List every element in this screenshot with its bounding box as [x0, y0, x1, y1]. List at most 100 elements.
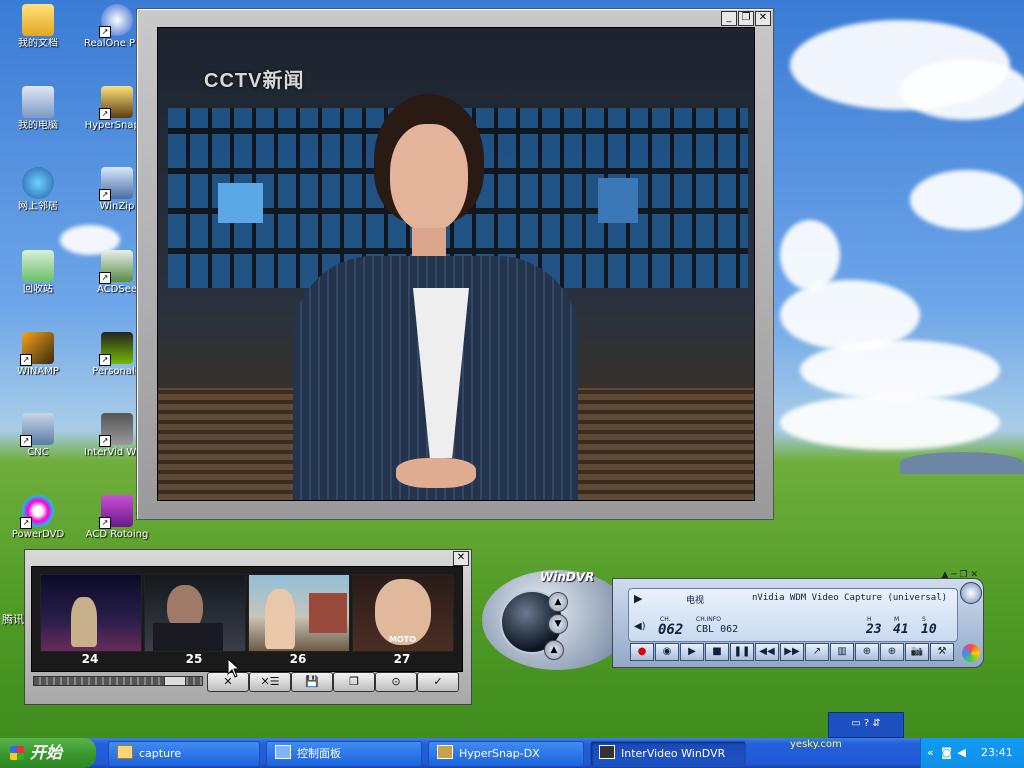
fast-forward-button[interactable]: ▶▶ [780, 643, 804, 661]
cloud [910, 170, 1024, 230]
tray-arrow-icon[interactable]: « [927, 746, 934, 759]
start-label: 开始 [30, 743, 63, 762]
language-bar[interactable]: ▭ ? ⇵ [828, 712, 904, 738]
nvidia-icon: ↗ [99, 332, 133, 366]
window-controls[interactable]: ▲ ─ ❐ ✕ [922, 570, 978, 580]
desktop-icon-powerdvd[interactable]: ↗ PowerDVD [5, 495, 71, 540]
camera-tray-icon[interactable]: ◙ [941, 746, 952, 759]
winamp-icon: ↗ [20, 332, 54, 366]
channel-info: CBL 062 [696, 624, 739, 635]
device-name: nVidia WDM Video Capture (universal) [752, 593, 948, 603]
start-button[interactable]: 开始 [0, 738, 96, 768]
thumb-building [309, 593, 347, 633]
play-button[interactable]: ▶ [680, 643, 704, 661]
shortcut-arrow-icon: ↗ [99, 26, 111, 38]
windvr-panel[interactable]: WinDVR ▲ ▼ ▲ ▲ ─ ❐ ✕ ▶ 电视 nVidia WDM Vid… [482, 570, 986, 670]
desktop-icon-cnc[interactable]: ↗ CNC [5, 413, 71, 458]
shortcut-arrow-icon: ↗ [99, 435, 111, 447]
taskbar-item-control-panel[interactable]: 控制面板 [266, 741, 422, 767]
menu-button[interactable] [960, 582, 982, 604]
tv-video-frame[interactable]: CCTV新闻 [157, 27, 755, 501]
shortcut-arrow-icon: ↗ [99, 272, 111, 284]
taskbar-item-hypersnap[interactable]: HyperSnap-DX [428, 741, 584, 767]
windvr-brand: WinDVR [540, 570, 595, 584]
thumbnail-number: 24 [81, 652, 99, 666]
winzip-icon: ↗ [99, 167, 133, 201]
shortcut-arrow-icon: ↗ [20, 354, 32, 366]
thumbnail-25[interactable] [144, 574, 246, 652]
shortcut-arrow-icon: ↗ [99, 517, 111, 529]
desktop: 我的文档 我的电脑 网上邻居 回收站 ↗ WINAMP ↗ CNC ↗ Powe… [0, 0, 1024, 768]
minimize-button[interactable]: _ [721, 11, 737, 26]
taskbar-item-capture[interactable]: capture [108, 741, 260, 767]
jump-button[interactable]: ↗ [805, 643, 829, 661]
zoom-button[interactable]: ⊕ [855, 643, 879, 661]
hill [900, 452, 1024, 474]
network-icon [22, 167, 54, 199]
shortcut-arrow-icon: ↗ [20, 435, 32, 447]
taskbar-item-windvr[interactable]: InterVideo WinDVR [590, 741, 746, 767]
thumbnail-number: 26 [289, 652, 307, 666]
setup-button[interactable]: ⚒ [930, 643, 954, 661]
snapshot-panel[interactable]: ✕ 24 25 26 MOTO 27 ✕ ✕☰ 💾 ❐ ⊙ ✓ [24, 549, 472, 705]
anchor-hands [396, 458, 476, 488]
pause-button[interactable]: ❚❚ [730, 643, 754, 661]
acd-icon: ↗ [99, 495, 133, 529]
tv-window[interactable]: _ ❐ ✕ CCTV新闻 [136, 8, 774, 520]
save-button[interactable]: 💾 [291, 672, 333, 692]
realone-icon: ↗ [99, 4, 133, 38]
hypersnap-icon: ↗ [99, 86, 133, 120]
partial-icon-label: 腾讯 [2, 613, 24, 626]
clock[interactable]: 23:41 [981, 738, 1013, 768]
monitor [218, 183, 263, 223]
system-tray: « ◙ ◀ 23:41 [920, 738, 1024, 768]
desktop-icon-my-documents[interactable]: 我的文档 [5, 4, 71, 49]
channel-down-button[interactable]: ▼ [548, 614, 568, 634]
desktop-icon-my-computer[interactable]: 我的电脑 [5, 86, 71, 131]
close-button[interactable]: ✕ [755, 11, 771, 26]
scroll-thumb[interactable] [164, 676, 186, 686]
zoom-in-button[interactable]: ⊕ [880, 643, 904, 661]
copy-button[interactable]: ❐ [333, 672, 375, 692]
eject-button[interactable]: ▲ [544, 640, 564, 660]
rewind-button[interactable]: ◀◀ [755, 643, 779, 661]
mute-icon[interactable]: ◀) [634, 621, 646, 632]
delete-all-button[interactable]: ✕☰ [249, 672, 291, 692]
time-minutes: 41 [893, 622, 909, 637]
stop-button[interactable]: ■ [705, 643, 729, 661]
snapshot-button[interactable]: 📷 [905, 643, 929, 661]
task-label: capture [139, 747, 182, 760]
thumbnail-24[interactable] [40, 574, 142, 652]
color-settings-icon[interactable] [962, 644, 980, 662]
desktop-icon-winamp[interactable]: ↗ WINAMP [5, 332, 71, 377]
volume-tray-icon[interactable]: ◀ [957, 746, 965, 759]
recycle-bin-icon [22, 250, 54, 282]
thumbnail-26[interactable] [248, 574, 350, 652]
ch-info-label: CH.INFO [696, 616, 721, 623]
monitor [598, 178, 638, 223]
computer-icon [22, 86, 54, 118]
watermark: yesky.com [790, 739, 842, 750]
task-label: 控制面板 [297, 747, 341, 760]
cctv-logo: CCTV新闻 [204, 70, 305, 92]
mouse-cursor-icon [227, 658, 241, 678]
cloud [800, 340, 1000, 400]
record-button[interactable]: ● [630, 643, 654, 661]
acdsee-icon: ↗ [99, 250, 133, 284]
timeshift-button[interactable]: ◉ [655, 643, 679, 661]
time-hours: 23 [866, 622, 882, 637]
windvr-icon [599, 745, 615, 759]
settings-button[interactable]: ⊙ [375, 672, 417, 692]
thumbnail-27[interactable]: MOTO [352, 574, 454, 652]
channel-up-button[interactable]: ▲ [548, 592, 568, 612]
cloud [780, 220, 840, 290]
close-button[interactable]: ✕ [453, 551, 469, 566]
ok-button[interactable]: ✓ [417, 672, 459, 692]
scroll-track[interactable] [33, 676, 203, 686]
source-label: 电视 [686, 596, 705, 606]
desktop-icon-recycle-bin[interactable]: 回收站 [5, 250, 71, 295]
desktop-icon-network[interactable]: 网上邻居 [5, 167, 71, 212]
thumb-caption: MOTO [389, 635, 417, 644]
maximize-button[interactable]: ❐ [738, 11, 754, 26]
schedule-button[interactable]: ▥ [830, 643, 854, 661]
